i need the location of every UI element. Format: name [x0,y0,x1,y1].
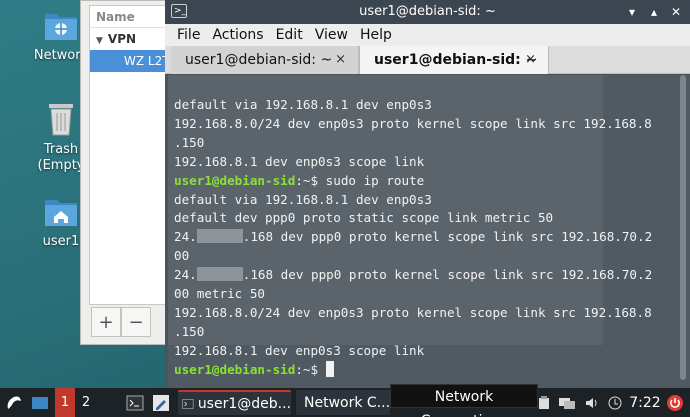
text-cursor [325,360,334,377]
tab-terminal-2[interactable]: user1@debian-sid: ~ × [359,46,549,74]
tab-label: user1@debian-sid: ~ [185,52,333,68]
tray-volume[interactable] [584,388,602,417]
task-terminal[interactable]: user1@deb... [178,390,291,415]
terminal-scrollbar[interactable] [678,75,688,385]
menu-actions[interactable]: Actions [206,24,269,46]
start-menu-button[interactable] [4,388,26,417]
power-button[interactable] [666,388,686,417]
prompt-user: user1@debian-sid [174,172,296,188]
redacted-block [196,229,243,244]
menu-view[interactable]: View [309,24,354,46]
tray-updates[interactable] [607,388,625,417]
maximize-icon[interactable]: ▴ [644,2,664,22]
output-line-suffix: .168 dev ppp0 proto kernel scope link sr… [242,267,653,283]
task-network-connections[interactable]: Network C... [296,390,390,415]
network-status-icon [559,397,575,409]
workspace-2-button[interactable]: 2 [77,388,95,417]
terminal-window: >_ user1@debian-sid: ~ ▾ ▴ ✕ File Action… [165,0,690,388]
text-editor-icon [153,394,169,411]
output-line: default via 192.168.8.1 dev enp0s3 [174,191,432,207]
output-line: 00 metric 50 [174,286,265,302]
expander-down-icon[interactable]: ▼ [96,36,103,46]
output-line: 00 [174,248,190,264]
tab-bar: user1@debian-sid: ~ × user1@debian-sid: … [165,46,690,74]
output-line: 192.168.8.0/24 dev enp0s3 proto kernel s… [174,115,652,131]
launch-editor-button[interactable] [152,388,174,417]
group-label: VPN [107,32,137,46]
prompt-tail: :~$ [295,172,319,188]
output-line: default via 192.168.8.1 dev enp0s3 [174,97,432,112]
connection-buttons: + − [91,307,151,337]
notification-icon [608,396,622,409]
output-line: .150 [174,134,205,150]
menubar: File Actions Edit View Help [165,24,690,46]
volume-icon [586,397,597,408]
tooltip: Network Connections [390,384,538,417]
window-controls: ▾ ▴ ✕ [622,2,686,22]
launch-terminal-button[interactable] [126,388,148,417]
tray-network[interactable] [558,388,578,417]
desktop-icon [32,396,48,409]
output-line-prefix: 24. [174,229,197,245]
power-icon [667,394,683,411]
menu-help[interactable]: Help [354,24,398,46]
minimize-icon[interactable]: ▾ [622,2,642,22]
tab-terminal-1[interactable]: user1@debian-sid: ~ × [171,46,359,74]
input-tail [318,362,326,377]
terminal-icon [182,398,194,409]
output-line: 192.168.8.1 dev enp0s3 scope link [174,153,425,169]
remove-connection-button[interactable]: − [121,307,151,337]
tab-label: user1@debian-sid: ~ [374,52,538,68]
scrollbar-thumb[interactable] [680,75,686,380]
workspace-label: 1 [60,395,70,410]
command-text: sudo ip route [318,172,425,188]
clock-time: 7:22 [629,394,661,411]
tray-clipboard[interactable] [538,388,552,417]
add-connection-button[interactable]: + [91,307,121,337]
terminal-text: default via 192.168.8.1 dev enp0s3 192.1… [174,96,652,380]
output-line: .150 [174,323,205,339]
output-line-prefix: 24. [174,267,197,283]
terminal-titlebar[interactable]: >_ user1@debian-sid: ~ ▾ ▴ ✕ [165,0,690,24]
show-desktop-button[interactable] [31,388,53,417]
prompt-user: user1@debian-sid [174,361,296,377]
redacted-block [196,267,243,282]
menu-file[interactable]: File [171,24,206,46]
clipboard-icon [539,395,549,409]
output-line-suffix: .168 dev ppp0 proto kernel scope link sr… [242,229,653,245]
tab-close-icon[interactable]: × [335,46,346,74]
start-menu-icon [7,396,21,409]
terminal-launcher-icon [126,395,144,410]
task-label: user1@deb... [197,395,291,412]
menu-edit[interactable]: Edit [270,24,309,46]
clock[interactable]: 7:22 [628,388,662,417]
close-icon[interactable]: ✕ [666,2,686,22]
terminal-output[interactable]: default via 192.168.8.1 dev enp0s3 192.1… [168,75,690,388]
workspace-label: 2 [81,395,91,410]
output-line: default dev ppp0 proto static scope link… [174,210,554,226]
taskbar: 1 2 user1@deb... Network C... 7:22 [0,388,690,417]
prompt-tail: :~$ [295,361,319,377]
output-line: 192.168.8.0/24 dev enp0s3 proto kernel s… [174,304,652,320]
output-line: 192.168.8.1 dev enp0s3 scope link [174,342,425,358]
window-title: user1@debian-sid: ~ [359,4,496,19]
tab-close-icon[interactable]: × [525,46,536,74]
task-label: Network C... [304,394,390,411]
workspace-1-button[interactable]: 1 [55,388,75,417]
